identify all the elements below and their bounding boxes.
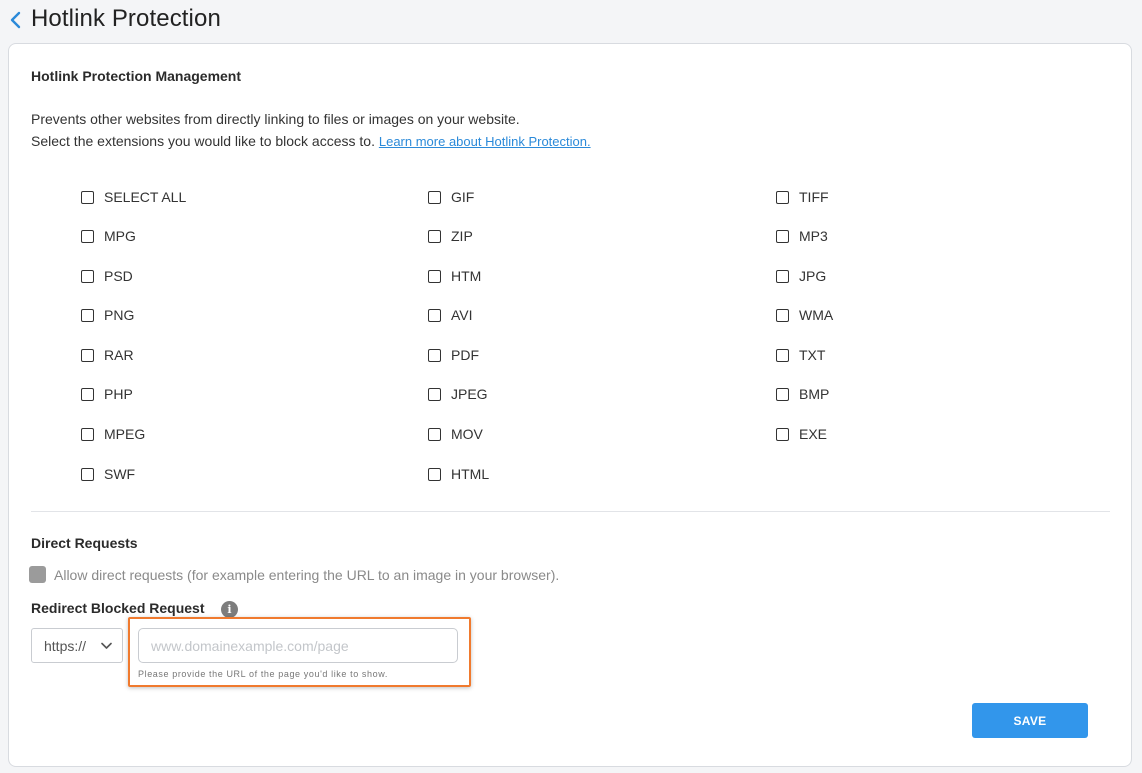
checkbox-label: TXT xyxy=(799,347,826,363)
checkbox-pdf[interactable]: PDF xyxy=(428,345,479,365)
checkbox-bmp[interactable]: BMP xyxy=(776,384,829,404)
protocol-value: https:// xyxy=(44,637,87,654)
checkbox-square[interactable] xyxy=(428,467,441,481)
checkbox-label: HTM xyxy=(451,268,482,284)
description-text: Select the extensions you would like to … xyxy=(31,133,375,149)
allow-direct-requests-label: Allow direct requests (for example enter… xyxy=(54,567,560,583)
checkbox-square[interactable] xyxy=(776,348,789,362)
redirect-hint: Please provide the URL of the page you'd… xyxy=(138,669,388,679)
checkbox-square[interactable] xyxy=(81,229,94,243)
checkbox-square[interactable] xyxy=(428,427,441,441)
checkbox-label: GIF xyxy=(451,189,475,205)
save-button[interactable]: SAVE xyxy=(972,703,1088,738)
checkbox-label: HTML xyxy=(451,466,490,482)
protocol-select[interactable]: https:// xyxy=(31,628,123,663)
checkbox-square[interactable] xyxy=(776,387,789,401)
checkbox-label: EXE xyxy=(799,426,828,442)
checkbox-square[interactable] xyxy=(776,308,789,322)
checkbox-square[interactable] xyxy=(81,190,94,204)
checkbox-square[interactable] xyxy=(428,229,441,243)
checkbox-label: ZIP xyxy=(451,228,473,244)
checkbox-psd[interactable]: PSD xyxy=(81,266,133,286)
checkbox-label: MPG xyxy=(104,228,136,244)
checkbox-php[interactable]: PHP xyxy=(81,384,133,404)
checkbox-label: PHP xyxy=(104,386,133,402)
checkbox-mp3[interactable]: MP3 xyxy=(776,226,828,246)
chevron-down-icon xyxy=(101,642,112,649)
checkbox-square[interactable] xyxy=(81,427,94,441)
checkbox-label: MOV xyxy=(451,426,483,442)
checkbox-label: SWF xyxy=(104,466,136,482)
learn-more-link[interactable]: Learn more about Hotlink Protection. xyxy=(379,134,591,149)
chevron-left-icon xyxy=(10,11,21,29)
checkbox-wma[interactable]: WMA xyxy=(776,305,833,325)
checkbox-label: RAR xyxy=(104,347,134,363)
checkbox-square[interactable] xyxy=(428,308,441,322)
checkbox-avi[interactable]: AVI xyxy=(428,305,473,325)
section-divider xyxy=(31,511,1110,512)
redirect-url-input[interactable] xyxy=(138,628,458,663)
info-icon[interactable]: i xyxy=(221,601,238,618)
allow-direct-requests-checkbox[interactable] xyxy=(29,566,46,583)
checkbox-square[interactable] xyxy=(81,348,94,362)
checkbox-png[interactable]: PNG xyxy=(81,305,134,325)
checkbox-label: SELECT ALL xyxy=(104,189,187,205)
back-button[interactable] xyxy=(6,10,24,30)
checkbox-square[interactable] xyxy=(428,269,441,283)
checkbox-gif[interactable]: GIF xyxy=(428,187,474,207)
checkbox-square[interactable] xyxy=(776,190,789,204)
checkbox-tiff[interactable]: TIFF xyxy=(776,187,829,207)
checkbox-label: AVI xyxy=(451,307,473,323)
redirect-title: Redirect Blocked Request xyxy=(31,600,205,616)
checkbox-square[interactable] xyxy=(428,190,441,204)
checkbox-html[interactable]: HTML xyxy=(428,464,489,484)
checkbox-square[interactable] xyxy=(81,467,94,481)
checkbox-htm[interactable]: HTM xyxy=(428,266,481,286)
management-title: Hotlink Protection Management xyxy=(31,68,242,84)
checkbox-label: JPG xyxy=(799,268,827,284)
checkbox-select-all[interactable]: SELECT ALL xyxy=(81,187,186,207)
checkbox-square[interactable] xyxy=(428,348,441,362)
checkbox-label: MPEG xyxy=(104,426,146,442)
checkbox-exe[interactable]: EXE xyxy=(776,424,827,444)
checkbox-square[interactable] xyxy=(776,427,789,441)
checkbox-square[interactable] xyxy=(776,269,789,283)
checkbox-label: WMA xyxy=(799,307,834,323)
checkbox-mov[interactable]: MOV xyxy=(428,424,483,444)
checkbox-label: PNG xyxy=(104,307,135,323)
description-line-2: Select the extensions you would like to … xyxy=(31,133,591,149)
checkbox-square[interactable] xyxy=(81,387,94,401)
checkbox-label: BMP xyxy=(799,386,830,402)
checkbox-square[interactable] xyxy=(81,308,94,322)
checkbox-mpeg[interactable]: MPEG xyxy=(81,424,145,444)
checkbox-jpg[interactable]: JPG xyxy=(776,266,826,286)
checkbox-jpeg[interactable]: JPEG xyxy=(428,384,488,404)
checkbox-txt[interactable]: TXT xyxy=(776,345,825,365)
description-line-1: Prevents other websites from directly li… xyxy=(31,111,520,127)
checkbox-zip[interactable]: ZIP xyxy=(428,226,473,246)
checkbox-label: MP3 xyxy=(799,228,828,244)
checkbox-square[interactable] xyxy=(776,229,789,243)
hotlink-card: Hotlink Protection Management Prevents o… xyxy=(8,43,1132,767)
checkbox-square[interactable] xyxy=(81,269,94,283)
page-title: Hotlink Protection xyxy=(31,5,221,32)
checkbox-label: JPEG xyxy=(451,386,488,402)
direct-requests-title: Direct Requests xyxy=(31,535,138,551)
checkbox-label: PSD xyxy=(104,268,133,284)
page-header: Hotlink Protection xyxy=(0,0,1142,42)
checkbox-label: TIFF xyxy=(799,189,829,205)
checkbox-square[interactable] xyxy=(428,387,441,401)
checkbox-label: PDF xyxy=(451,347,479,363)
checkbox-swf[interactable]: SWF xyxy=(81,464,135,484)
checkbox-rar[interactable]: RAR xyxy=(81,345,134,365)
checkbox-mpg[interactable]: MPG xyxy=(81,226,136,246)
